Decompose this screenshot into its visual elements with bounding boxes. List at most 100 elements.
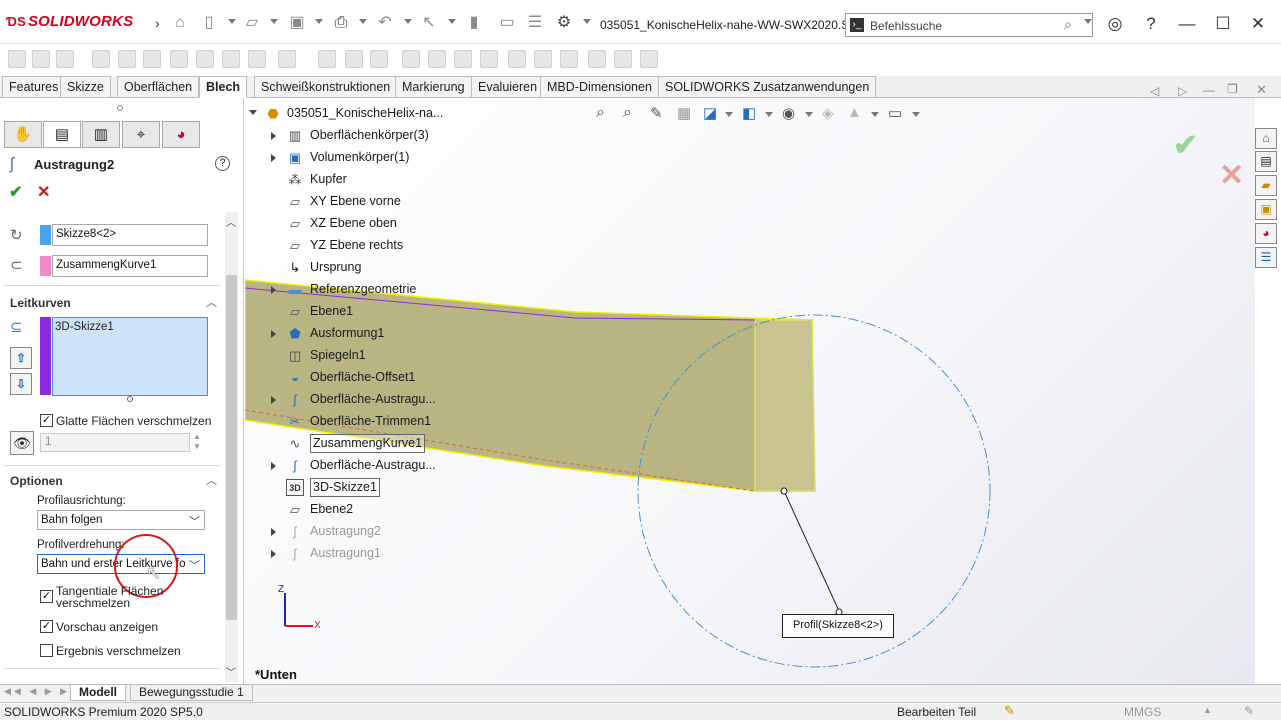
quick-tips-icon[interactable]: ✎ [1244,704,1254,718]
merge-result-checkbox[interactable] [40,644,53,657]
settings-dropdown-arrow[interactable] [912,112,920,117]
taskpane-custom-properties-icon[interactable]: ☰ [1255,247,1277,268]
solidworks-logo[interactable]: ƊS SOLIDWORKS [6,13,133,30]
guide-curves-header[interactable]: Leitkurven [10,296,71,310]
help-icon[interactable]: ? [1140,13,1162,35]
tab-model[interactable]: Modell [70,684,126,701]
options-header[interactable]: Optionen [10,474,63,488]
no-bends-icon[interactable] [480,50,498,68]
tab-markup[interactable]: Markierung [395,76,472,98]
select-dropdown-arrow[interactable] [448,19,456,24]
display-style-dropdown-arrow[interactable] [765,112,773,117]
previous-view-icon[interactable]: ✎ [650,104,663,122]
thicken-icon[interactable] [640,50,658,68]
merge-smooth-faces-checkbox[interactable]: ✓ [40,414,53,427]
units-dropdown-arrow[interactable]: ▲ [1203,705,1212,715]
zoom-to-fit-icon[interactable]: ⌕ [596,104,605,122]
print-icon[interactable]: ⎙ [332,14,350,32]
collapse-chevron-icon[interactable]: ︿ [206,472,217,488]
edit-appearance-icon[interactable]: ◈ [822,104,834,122]
expand-arrow-icon[interactable] [271,132,276,140]
expand-arrow-icon[interactable] [271,396,276,404]
solid-to-sheetmetal-icon[interactable] [588,50,606,68]
insert-bends-icon[interactable] [534,50,552,68]
merge-tangent-faces-checkbox[interactable]: ✓ [40,590,53,603]
viewport-restore-button[interactable]: ❐ [1227,82,1238,96]
expand-arrow-icon[interactable] [271,286,276,294]
list-item[interactable]: 3D-Skizze1 [55,321,114,333]
apply-scene-icon[interactable]: ▲ [847,104,862,121]
expand-arrow-icon[interactable] [271,330,276,338]
close-icon[interactable]: ✕ [1247,13,1269,35]
tab-motion-study[interactable]: Bewegungsstudie 1 [130,684,253,701]
tab-surfaces[interactable]: Oberflächen [117,76,200,98]
tab-display-manager[interactable]: ◕ [162,121,200,148]
home-icon[interactable]: ⌂ [171,14,189,32]
status-units[interactable]: MMGS [1124,705,1161,719]
viewport-close-icon[interactable]: ✕ [1256,82,1267,98]
list-resize-handle[interactable] [127,396,133,402]
panel-splitter-handle[interactable] [117,105,123,111]
open-folder-icon[interactable]: ▱ [243,14,261,32]
new-document-icon[interactable]: ▯ [200,14,218,32]
help-question-icon[interactable]: ? [215,156,230,171]
guide-curves-list[interactable]: 3D-Skizze1 [52,317,208,396]
tab-mbd-dimensions[interactable]: MBD-Dimensionen [540,76,659,98]
tab-dimxpert-manager[interactable]: ⌖ [122,121,160,148]
corners-icon[interactable] [248,50,266,68]
hide-show-items-icon[interactable]: ◉ [782,104,795,122]
sketched-bend-icon[interactable] [196,50,214,68]
options-dropdown-arrow[interactable] [583,19,591,24]
scroll-up-arrow[interactable]: ︿ [226,214,236,229]
miter-flange-icon[interactable] [118,50,136,68]
tab-evaluate[interactable]: Evaluieren [471,76,545,98]
command-search-input[interactable]: ›_ Befehlssuche ⌕ [845,13,1093,37]
viewport-next-icon[interactable]: ▷ [1178,84,1187,98]
tab-slot-icon[interactable] [560,50,578,68]
taskpane-appearances-icon[interactable]: ◕ [1255,223,1277,244]
taskpane-home-icon[interactable]: ⌂ [1255,128,1277,149]
hide-show-dropdown-arrow[interactable] [805,112,813,117]
hem-icon[interactable] [143,50,161,68]
view-orientation-icon[interactable]: ◧ [742,104,756,122]
tab-weldments[interactable]: Schweißkonstruktionen [254,76,398,98]
fold-icon[interactable] [428,50,446,68]
options-list-icon[interactable]: ☰ [526,14,544,32]
sheetmetal-gusset-icon[interactable] [614,50,632,68]
spinner-arrows[interactable]: ▲ ▼ [193,432,201,452]
move-up-button[interactable]: ⇧ [10,347,32,369]
section-view-icon[interactable]: ▦ [677,104,691,122]
tab-features[interactable]: Features [2,76,66,98]
search-icon[interactable]: ⌕ [1064,16,1072,33]
taskpane-view-palette-icon[interactable]: ▣ [1255,199,1277,220]
view-dropdown-arrow[interactable] [725,112,733,117]
scene-dropdown-arrow[interactable] [871,112,879,117]
convert-to-sheetmetal-icon[interactable] [32,50,50,68]
rip-icon[interactable] [508,50,526,68]
view-settings-icon[interactable]: ▭ [888,104,902,122]
undo-dropdown-arrow[interactable] [404,19,412,24]
logo-menu-arrow[interactable]: › [155,15,160,31]
traffic-light-icon[interactable]: ▮ [465,14,483,32]
profile-callout[interactable]: Profil(Skizze8<2>) [782,614,894,638]
undo-icon[interactable]: ↶ [376,14,394,32]
scroll-down-arrow[interactable]: ﹀ [226,664,236,679]
dynamic-annotation-icon[interactable]: ◪ [703,104,717,122]
graphics-area[interactable]: Z X Profil(Skizze8<2>) *Unten ✔ ✕ ⌕ ⌕ ✎ … [245,98,1255,684]
pm-scroll-thumb[interactable] [226,275,237,620]
ok-check-icon[interactable]: ✔ [9,182,22,202]
search-dropdown-arrow[interactable] [1084,19,1092,24]
new-dropdown-arrow[interactable] [228,19,236,24]
form-tool-icon[interactable] [278,50,296,68]
zoom-to-area-icon[interactable]: ⌕ [623,104,632,122]
viewport-minimize-icon[interactable]: — [1203,83,1215,97]
open-dropdown-arrow[interactable] [270,19,278,24]
lofted-bend-icon[interactable] [56,50,74,68]
taskpane-file-explorer-icon[interactable]: ▰ [1255,175,1277,196]
move-down-button[interactable]: ⇩ [10,373,32,395]
collapse-chevron-icon[interactable]: ︿ [206,294,217,310]
print-dropdown-arrow[interactable] [359,19,367,24]
account-icon[interactable]: ◎ [1104,13,1126,35]
expand-arrow-icon[interactable] [271,528,276,536]
minimize-icon[interactable]: — [1176,13,1198,35]
